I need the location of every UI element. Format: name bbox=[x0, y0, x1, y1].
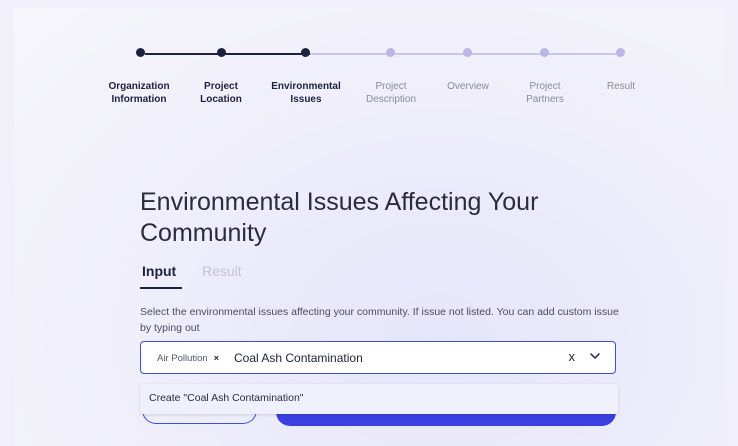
issue-search-input[interactable] bbox=[234, 348, 534, 368]
step-dot-organization[interactable] bbox=[136, 48, 145, 57]
step-dot-location[interactable] bbox=[217, 48, 226, 57]
stepper-track-completed bbox=[145, 53, 310, 55]
create-issue-option[interactable]: Create "Coal Ash Contamination" bbox=[149, 392, 304, 404]
issue-dropdown-menu: Create "Coal Ash Contamination" bbox=[140, 384, 618, 414]
step-label-result[interactable]: Result bbox=[576, 80, 666, 93]
tab-input[interactable]: Input bbox=[142, 263, 176, 279]
step-dot-environmental[interactable] bbox=[301, 48, 310, 57]
step-dot-description[interactable] bbox=[386, 48, 395, 57]
clear-icon[interactable]: x bbox=[569, 349, 576, 364]
help-text: Select the environmental issues affectin… bbox=[140, 306, 619, 334]
step-label-environmental[interactable]: Environmental Issues bbox=[261, 80, 351, 106]
chevron-down-icon[interactable] bbox=[589, 350, 601, 362]
progress-stepper: Organization Information Project Locatio… bbox=[14, 8, 724, 118]
app-frame: Organization Information Project Locatio… bbox=[14, 8, 724, 446]
tab-result[interactable]: Result bbox=[202, 263, 242, 279]
chip-label: Air Pollution bbox=[157, 353, 208, 364]
step-dot-overview[interactable] bbox=[463, 48, 472, 57]
page-title: Environmental Issues Affecting Your Comm… bbox=[140, 187, 539, 247]
step-label-location[interactable]: Project Location bbox=[176, 80, 266, 106]
issues-multiselect[interactable]: Air Pollution × x bbox=[140, 341, 616, 374]
step-dot-partners[interactable] bbox=[540, 48, 549, 57]
step-label-organization[interactable]: Organization Information bbox=[94, 80, 184, 106]
next-button[interactable] bbox=[276, 412, 616, 426]
selected-issue-chip: Air Pollution × bbox=[151, 349, 225, 368]
chip-remove-icon[interactable]: × bbox=[214, 353, 219, 363]
active-tab-indicator bbox=[140, 287, 182, 289]
step-dot-result[interactable] bbox=[616, 48, 625, 57]
